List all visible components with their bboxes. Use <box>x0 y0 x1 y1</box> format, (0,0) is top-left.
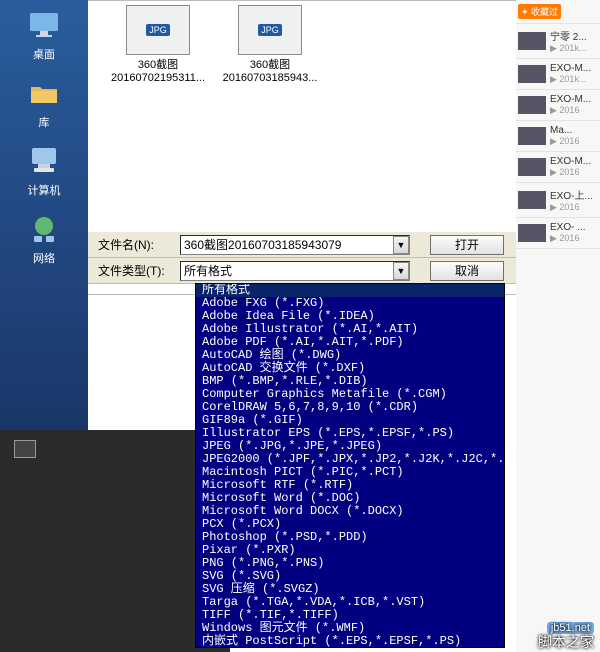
file-thumb-jpg: JPG <box>126 5 190 55</box>
feed-meta: ▶ 201k... <box>550 74 591 85</box>
feed-thumb <box>518 32 546 50</box>
file-name-line2: 20160703185943... <box>220 72 320 85</box>
feed-thumb <box>518 191 546 209</box>
feed-meta: ▶ 2016 <box>550 105 591 116</box>
feed-title: EXO-M... <box>550 156 591 167</box>
feed-title: EXO- ... <box>550 222 586 233</box>
filetype-row: 文件类型(T): ▼ 取消 <box>88 258 562 284</box>
feed-item[interactable]: EXO- ...▶ 2016 <box>516 218 600 249</box>
file-thumb-jpg: JPG <box>238 5 302 55</box>
feed-thumb <box>518 65 546 83</box>
place-label: 计算机 <box>28 182 61 198</box>
place-label: 库 <box>39 114 50 130</box>
feed-item[interactable]: EXO-M...▶ 2016 <box>516 152 600 183</box>
open-button[interactable]: 打开 <box>430 235 504 255</box>
feed-title: Ma... <box>550 125 579 136</box>
cancel-button[interactable]: 取消 <box>430 261 504 281</box>
feed-item[interactable]: 宁零 2...▶ 201k... <box>516 24 600 59</box>
places-sidebar: 桌面 库 计算机 网络 <box>0 0 88 430</box>
filename-input[interactable] <box>180 235 410 255</box>
feed-item[interactable]: EXO-上...▶ 2016 <box>516 183 600 218</box>
place-computer[interactable]: 计算机 <box>0 138 88 206</box>
feed-title: EXO-M... <box>550 94 591 105</box>
feed-item[interactable]: Ma...▶ 2016 <box>516 121 600 152</box>
feed-thumb <box>518 96 546 114</box>
place-label: 桌面 <box>33 46 55 62</box>
file-name-line1: 360截图 <box>108 59 208 72</box>
filetype-select[interactable] <box>180 261 410 281</box>
file-name-line1: 360截图 <box>220 59 320 72</box>
feed-title: EXO-上... <box>550 187 593 202</box>
feed-item[interactable]: EXO-M...▶ 201k... <box>516 59 600 90</box>
library-icon <box>27 76 61 110</box>
watermark-url: jb51.net <box>547 622 594 634</box>
watermark-text: 脚本之家 <box>538 634 594 650</box>
feed-title: 宁零 2... <box>550 28 587 43</box>
filetype-label: 文件类型(T): <box>98 262 180 279</box>
feed-meta: ▶ 201k... <box>550 43 587 54</box>
jpg-badge: JPG <box>258 24 282 36</box>
jpg-badge: JPG <box>146 24 170 36</box>
side-feed: ✦ 收藏过宁零 2...▶ 201k...EXO-M...▶ 201k...EX… <box>516 0 600 652</box>
feed-badge: ✦ 收藏过 <box>518 4 561 19</box>
feed-title: EXO-M... <box>550 63 591 74</box>
watermark: jb51.net 脚本之家 <box>538 619 594 650</box>
place-network[interactable]: 网络 <box>0 206 88 274</box>
filename-row: 文件名(N): ▼ 打开 <box>88 232 562 258</box>
feed-item[interactable]: ✦ 收藏过 <box>516 0 600 24</box>
place-label: 网络 <box>33 250 55 266</box>
files-area: JPG 360截图 20160702195311... JPG 360截图 20… <box>88 1 561 93</box>
feed-meta: ▶ 2016 <box>550 233 586 244</box>
filetype-dropdown[interactable]: 所有格式Adobe FXG (*.FXG)Adobe Idea File (*.… <box>195 283 505 648</box>
place-library[interactable]: 库 <box>0 70 88 138</box>
taskbar-app-icon[interactable] <box>14 440 36 458</box>
place-desktop[interactable]: 桌面 <box>0 2 88 70</box>
feed-thumb <box>518 158 546 176</box>
filename-label: 文件名(N): <box>98 236 180 253</box>
feed-item[interactable]: EXO-M...▶ 2016 <box>516 90 600 121</box>
feed-meta: ▶ 2016 <box>550 202 593 213</box>
computer-icon <box>27 144 61 178</box>
chevron-down-icon[interactable]: ▼ <box>393 262 409 280</box>
feed-thumb <box>518 224 546 242</box>
file-name-line2: 20160702195311... <box>108 72 208 85</box>
feed-thumb <box>518 127 546 145</box>
file-item[interactable]: JPG 360截图 20160702195311... <box>108 5 208 85</box>
feed-meta: ▶ 2016 <box>550 136 579 147</box>
feed-meta: ▶ 2016 <box>550 167 591 178</box>
desktop-icon <box>27 8 61 42</box>
file-item[interactable]: JPG 360截图 20160703185943... <box>220 5 320 85</box>
network-icon <box>27 212 61 246</box>
chevron-down-icon[interactable]: ▼ <box>393 236 409 254</box>
